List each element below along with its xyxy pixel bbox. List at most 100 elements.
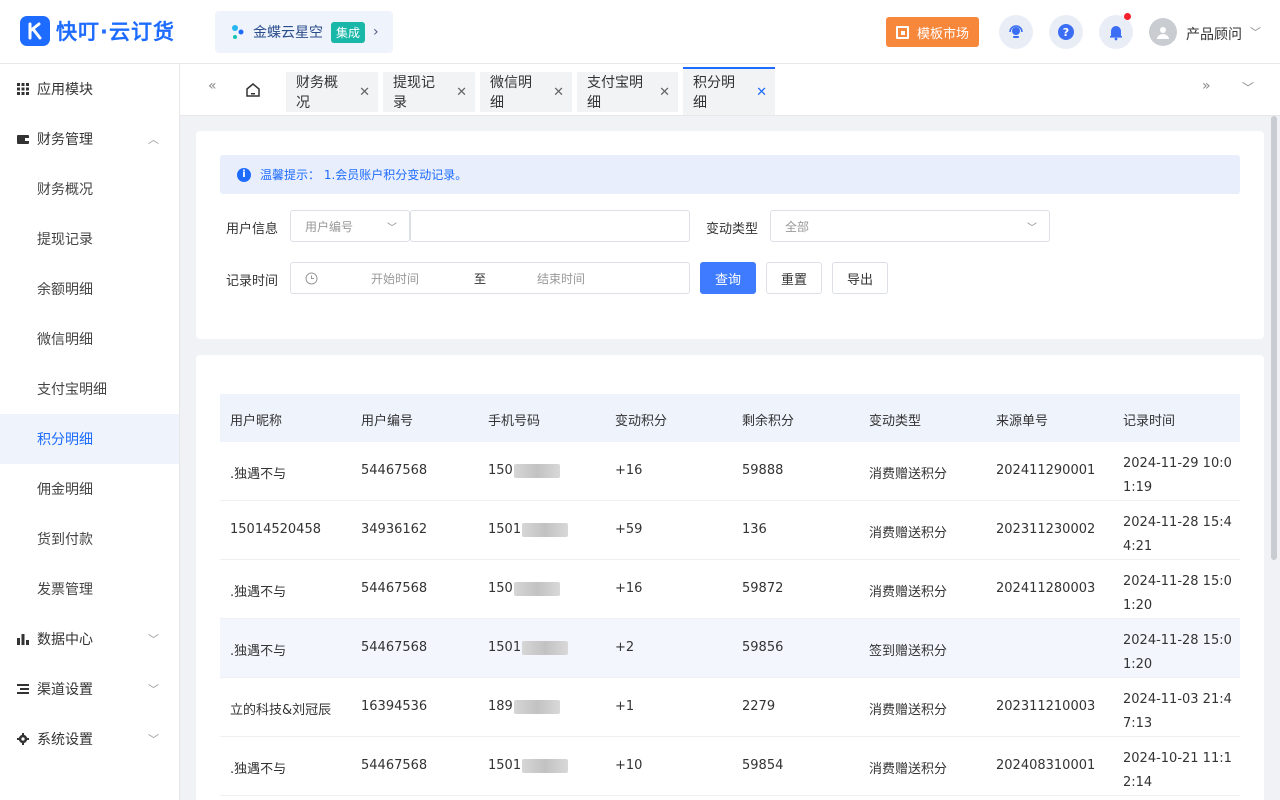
range-separator: 至 [474,271,487,286]
cell-text: 54467568 [361,758,428,773]
avatar[interactable] [1149,18,1177,46]
sidebar-item-cod[interactable]: 货到付款 [0,514,179,564]
column-header: 剩余积分 [742,414,795,429]
sidebar-item-wechat-detail[interactable]: 微信明细 [0,314,179,364]
cell-phone: 1501 [488,640,569,655]
sidebar: 应用模块 财务管理 ︿ 财务概况 提现记录 余额明细 微信明细 支付宝明细 积分… [0,64,180,800]
notification-bell-icon[interactable] [1099,13,1133,49]
table-row[interactable]: .独遇不与 54467568 150 +16 59872 消费赠送积分 2024112800… [220,560,1240,619]
change-type-select[interactable]: 全部 ﹀ [770,210,1050,242]
column-header: 变动类型 [869,414,922,429]
sidebar-item-points-detail[interactable]: 积分明细 [0,414,179,464]
sidebar-item-system-settings[interactable]: 系统设置 ﹀ [0,714,179,764]
sidebar-item-finance-overview[interactable]: 财务概况 [0,164,179,214]
cell-text: .独遇不与 [230,467,287,482]
cell-text: 34936162 [361,522,428,537]
customer-service-icon[interactable] [999,15,1033,49]
table-header: 用户昵称 用户编号 手机号码 变动积分 剩余积分 变动类型 来源单号 记录时间 [220,394,1240,442]
sidebar-item-balance-detail[interactable]: 余额明细 [0,264,179,314]
cell-time: 2024-11-28 15:01:20 [1123,570,1233,618]
kingdee-icon [232,25,244,39]
user-info-label: 用户信息 [226,222,279,237]
query-button[interactable]: 查询 [700,262,756,294]
sidebar-item-label: 财务管理 [37,132,93,148]
cell-text: 2024-11-28 15:01:20 [1123,574,1232,613]
table-row[interactable]: 15014520458 34936162 1501 +59 136 消费赠送积分 20231… [220,501,1240,560]
tab-wechat-detail[interactable]: 微信明细 ✕ [480,72,572,112]
sidebar-item-data-center[interactable]: 数据中心 ﹀ [0,614,179,664]
cell-source: 202311210003 [996,699,1095,714]
logo-text: 快叮·云订货 [56,20,175,44]
cell-text: 签到赠送积分 [869,644,948,659]
sidebar-item-label: 提现记录 [37,232,93,248]
tab-points-detail[interactable]: 积分明细 ✕ [683,67,775,115]
sidebar-item-label: 余额明细 [37,282,93,298]
sidebar-item-invoice[interactable]: 发票管理 [0,564,179,614]
tip-text: 温馨提示： 1.会员账户积分变动记录。 [260,168,468,182]
reset-button[interactable]: 重置 [766,262,822,294]
sidebar-item-channel-settings[interactable]: 渠道设置 ﹀ [0,664,179,714]
column-header: 来源单号 [996,414,1049,429]
close-icon[interactable]: ✕ [756,85,767,100]
table-row[interactable]: .独遇不与 54467568 1501 +2 59856 签到赠送积分 2024-11-28… [220,619,1240,678]
record-time-label: 记录时间 [226,274,279,289]
cell-text: 2024-11-03 21:47:13 [1123,692,1232,731]
user-name[interactable]: 产品顾问 [1186,24,1242,44]
cell-time: 2024-11-28 15:44:21 [1123,511,1233,559]
sidebar-item-label: 微信明细 [37,332,93,348]
user-info-input[interactable] [410,210,690,242]
tabs-menu-chevron-down-icon[interactable]: ﹀ [1242,79,1254,96]
start-time-placeholder[interactable]: 开始时间 [371,270,419,287]
cell-text: +16 [615,581,643,596]
template-market-button[interactable]: 模板市场 [886,17,979,47]
cell-text: +1 [615,699,635,714]
home-icon[interactable] [244,81,262,99]
sidebar-item-alipay-detail[interactable]: 支付宝明细 [0,364,179,414]
chevron-down-icon: ﹀ [1027,223,1037,234]
cell-text: +16 [615,463,643,478]
cell-user-id: 54467568 [361,581,427,596]
table-row[interactable]: .独遇不与 54467568 150 +16 59888 消费赠送积分 2024112900… [220,442,1240,501]
sidebar-item-commission-detail[interactable]: 佣金明细 [0,464,179,514]
integration-card[interactable]: 金蝶云星空 集成 › [215,11,393,53]
sidebar-item-apps[interactable]: 应用模块 [0,64,179,114]
tab-alipay-detail[interactable]: 支付宝明细 ✕ [577,72,678,112]
cell-text: 2024-11-28 15:44:21 [1123,515,1232,554]
tabs-scroll-right-icon[interactable]: » [1202,78,1211,94]
scrollbar[interactable] [1271,116,1277,560]
date-range-picker[interactable]: 开始时间 至 结束时间 [290,262,690,294]
close-icon[interactable]: ✕ [359,85,370,100]
cell-text: 1501 [488,522,522,537]
sidebar-item-label: 发票管理 [37,582,93,598]
sidebar-item-label: 数据中心 [37,632,93,648]
cell-user-id: 54467568 [361,640,427,655]
chevron-down-icon: ﹀ [148,633,159,646]
help-icon[interactable]: ? [1049,15,1083,49]
chevron-down-icon[interactable]: ﹀ [1250,24,1261,40]
cell-time: 2024-11-29 10:01:19 [1123,452,1233,500]
redacted-mask [522,640,569,655]
cell-source: 202411280003 [996,581,1095,596]
tab-finance-overview[interactable]: 财务概况 ✕ [286,72,378,112]
close-icon[interactable]: ✕ [456,85,467,100]
cell-phone: 150 [488,581,560,596]
cell-source: 202408310001 [996,758,1095,773]
table-row[interactable]: 立的科技&刘冠辰 16394536 189 +1 2279 消费赠送积分 202311210… [220,678,1240,737]
close-icon[interactable]: ✕ [553,85,564,100]
top-header: 快叮·云订货 金蝶云星空 集成 › 模板市场 ? 产品顾问 ﹀ [0,0,1280,64]
logo-mark-icon [20,16,50,46]
user-id-select[interactable]: 用户编号 ﹀ [290,210,410,242]
sidebar-item-withdrawals[interactable]: 提现记录 [0,214,179,264]
cell-text: 59854 [742,758,784,773]
table-row[interactable]: .独遇不与 54467568 1501 +10 59854 消费赠送积分 202408310… [220,737,1240,796]
sidebar-item-finance[interactable]: 财务管理 ︿ [0,114,179,164]
close-icon[interactable]: ✕ [659,85,670,100]
export-button[interactable]: 导出 [832,262,888,294]
end-time-placeholder[interactable]: 结束时间 [537,270,585,287]
cell-text: 2024-11-28 15:01:20 [1123,633,1232,672]
tabs-scroll-left-icon[interactable]: « [208,78,217,94]
cell-nickname: .独遇不与 [230,640,286,659]
logo[interactable]: 快叮·云订货 [20,16,175,46]
tab-withdrawals[interactable]: 提现记录 ✕ [383,72,475,112]
change-type-label: 变动类型 [706,222,759,237]
